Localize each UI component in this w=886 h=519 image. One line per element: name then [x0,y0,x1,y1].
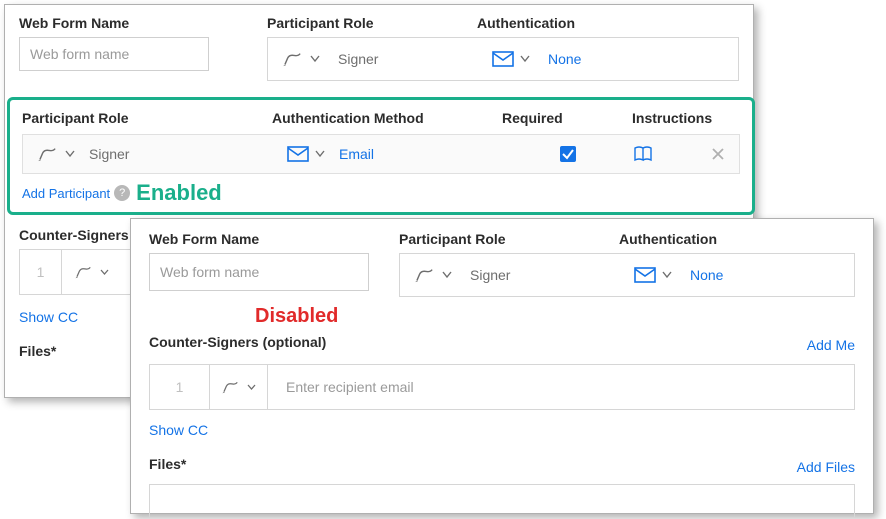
web-form-name-label: Web Form Name [149,231,399,247]
participant-row: Signer Email [22,134,740,174]
authentication-label: Authentication [477,15,575,31]
files-label: Files* [19,343,137,359]
participant-role-label: Participant Role [399,231,619,247]
chevron-down-icon [662,271,672,279]
enabled-annotation: Enabled [136,180,222,206]
participant-role-select[interactable]: Signer [268,38,478,80]
counter-signer-role-select[interactable] [62,250,120,294]
add-me-link[interactable]: Add Me [807,337,855,353]
pen-icon [282,51,304,67]
role-value: Signer [338,51,378,67]
counter-signer-role-select[interactable] [210,365,268,409]
web-form-name-label: Web Form Name [19,15,267,31]
participant-auth-field: Signer None [399,253,855,297]
chevron-down-icon [315,150,325,158]
envelope-icon [492,51,514,67]
header-instructions: Instructions [632,110,712,126]
authentication-select[interactable]: None [620,254,737,296]
files-label: Files* [149,456,186,472]
required-checkbox[interactable] [560,146,576,162]
row-role-value: Signer [89,146,129,162]
chevron-down-icon [310,55,320,63]
help-icon[interactable]: ? [114,185,130,201]
show-cc-link[interactable]: Show CC [19,309,137,325]
close-icon[interactable] [711,147,725,161]
files-dropzone[interactable] [149,484,855,518]
row-role-select[interactable]: Signer [23,135,273,173]
pen-icon [221,380,241,394]
header-role: Participant Role [22,110,272,126]
chevron-down-icon [520,55,530,63]
counter-signers-label: Counter-Signers (optional) [149,334,326,350]
authentication-select[interactable]: None [478,38,595,80]
header-method: Authentication Method [272,110,502,126]
participant-role-label: Participant Role [267,15,477,31]
chevron-down-icon [442,271,452,279]
counter-signer-index: 1 [20,250,62,294]
chevron-down-icon [65,150,75,158]
add-participant-link[interactable]: Add Participant [22,186,110,201]
row-method-select[interactable]: Email [273,135,503,173]
counter-signer-index: 1 [150,365,210,409]
counter-signer-row: 1 [149,364,855,410]
web-form-name-input[interactable] [19,37,209,71]
book-icon[interactable] [633,146,653,162]
row-method-value: Email [339,146,374,162]
auth-value: None [548,51,581,67]
disabled-annotation: Disabled [255,305,338,327]
show-cc-link[interactable]: Show CC [149,422,855,438]
participant-role-select[interactable]: Signer [400,254,620,296]
envelope-icon [287,146,309,162]
web-form-name-input[interactable] [149,253,369,291]
add-files-link[interactable]: Add Files [797,459,855,475]
chevron-down-icon [100,269,109,276]
authentication-label: Authentication [619,231,717,247]
pen-icon [414,267,436,283]
participant-auth-field: Signer None [267,37,739,81]
additional-participants-enabled: Participant Role Authentication Method R… [7,97,755,215]
counter-signers-label: Counter-Signers [19,227,137,243]
panel-disabled-state: Web Form Name Participant Role Authentic… [130,218,874,514]
header-required: Required [502,110,632,126]
envelope-icon [634,267,656,283]
pen-icon [74,265,94,279]
counter-signer-row: 1 [19,249,137,295]
pen-icon [37,146,59,162]
chevron-down-icon [247,384,256,391]
auth-value: None [690,267,723,283]
role-value: Signer [470,267,510,283]
counter-signer-email-input[interactable] [268,365,854,409]
